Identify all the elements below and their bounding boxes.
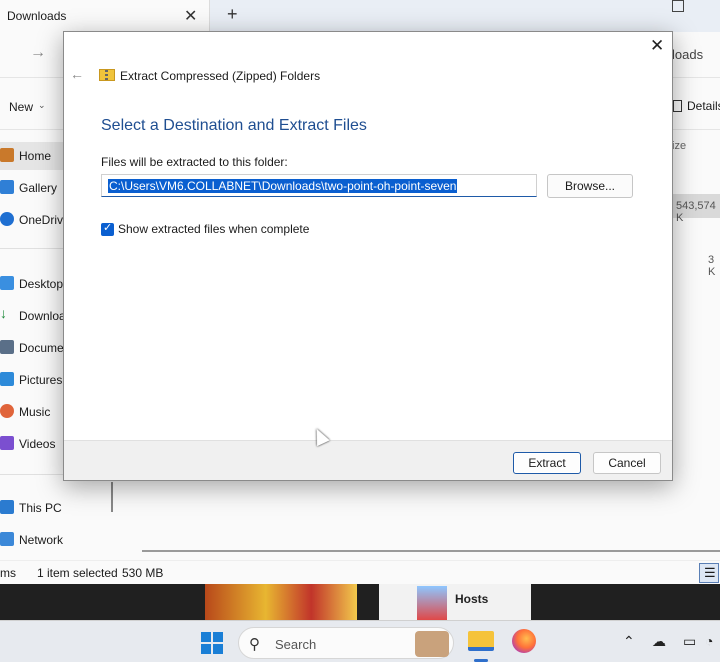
search-placeholder: Search [275,637,317,652]
sidebar-item-label: Desktop [19,277,64,291]
documents-icon [0,340,14,354]
item-count: ms [0,566,16,580]
destination-path-value: C:\Users\VM6.COLLABNET\Downloads\two-poi… [108,179,458,193]
file-size-value: 543,574 K [676,200,716,224]
new-tab-icon[interactable]: + [227,4,238,25]
maximize-icon[interactable] [672,0,684,12]
destination-path-input[interactable]: C:\Users\VM6.COLLABNET\Downloads\two-poi… [101,174,537,197]
extract-dialog: ✕ ← Extract Compressed (Zipped) Folders … [63,31,673,481]
tab-downloads[interactable]: Downloads ✕ [0,0,210,32]
sidebar-item-this-pc[interactable]: This PC [0,494,118,522]
dialog-title: Extract Compressed (Zipped) Folders [120,69,321,83]
sidebar-item-label: Gallery [19,181,58,195]
column-header-size[interactable]: ize [672,140,686,152]
network-icon [0,532,14,546]
status-bar: ms 1 item selected 530 MB ☰ [0,560,720,584]
forward-arrow-icon[interactable]: → [30,44,46,62]
taskbar-search[interactable]: ⚲ Search [238,627,454,659]
music-icon [0,404,14,418]
dialog-footer: Extract Cancel [64,440,672,480]
extract-button[interactable]: Extract [513,452,581,474]
sidebar-scrollbar[interactable] [111,482,113,512]
sidebar-item-label: This PC [19,501,62,515]
search-icon: ⚲ [249,636,260,653]
cancel-button[interactable]: Cancel [593,452,661,474]
list-view-icon: ☰ [704,565,716,580]
details-pane-icon [673,100,682,112]
details-view-button[interactable]: ☰ [699,563,719,583]
file-explorer-icon[interactable] [468,631,494,651]
tab-title: Downloads [7,9,67,23]
search-highlight-image [415,631,449,657]
sidebar-item-network[interactable]: Network [0,526,118,554]
windows-start-icon[interactable] [201,632,223,654]
home-icon [0,148,14,162]
close-icon[interactable]: ✕ [650,36,664,56]
pictures-icon [0,372,14,386]
address-bar-text[interactable]: loads [672,47,703,62]
path-label: Files will be extracted to this folder: [101,155,288,169]
this-pc-icon [0,500,14,514]
selection-count: 1 item selected [37,566,118,580]
browse-button[interactable]: Browse... [547,174,633,198]
sidebar-item-label: Music [19,405,51,419]
chevron-up-icon[interactable]: ⌃ [623,633,635,650]
file-size-value: 3 K [708,254,716,278]
chevron-down-icon[interactable]: ⌄ [38,100,46,111]
firefox-icon[interactable] [512,629,536,653]
show-files-checkbox[interactable]: ✓ [101,222,114,236]
tab-close-icon[interactable]: ✕ [184,6,197,26]
preview-thumbnail[interactable]: Hosts [379,584,531,620]
display-icon[interactable]: ▭ [683,633,696,650]
selection-size: 530 MB [122,566,164,580]
videos-icon [0,436,14,450]
taskbar-preview-strip: Hosts [0,584,720,620]
tab-bar: Downloads ✕ + [0,0,720,32]
show-files-label: Show extracted files when complete [118,222,310,236]
sidebar-item-label: Pictures [19,373,63,387]
dialog-heading: Select a Destination and Extract Files [101,117,367,134]
horizontal-scrollbar[interactable] [142,550,720,552]
new-button[interactable]: New [9,100,33,114]
checkmark-icon: ✓ [103,222,113,234]
preview-title: Hosts [455,592,489,606]
sidebar-item-label: Network [19,533,64,547]
taskbar: ⚲ Search ⌃ ☁ ▭ ◔ [0,620,720,662]
network-status-icon[interactable]: ◔ [705,633,713,649]
preview-thumbnail[interactable] [205,584,357,620]
download-icon: ↓ [0,305,7,321]
onedrive-icon [0,212,14,226]
gallery-icon [0,180,14,194]
details-button[interactable]: Details [687,99,720,113]
back-arrow-icon[interactable]: ← [70,66,84,82]
preview-art [417,586,447,620]
sidebar-item-label: Home [19,149,52,163]
zip-folder-icon [99,69,115,81]
desktop-icon [0,276,14,290]
sidebar-item-label: Videos [19,437,56,451]
cloud-off-icon[interactable]: ☁ [652,633,666,650]
